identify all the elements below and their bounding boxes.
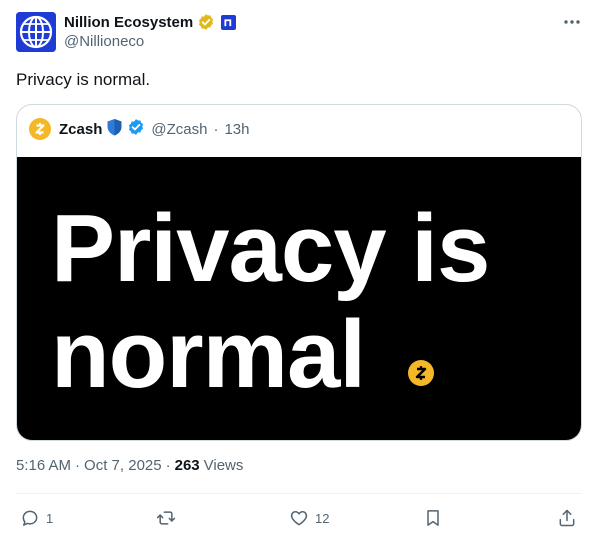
meta-separator: ·: [75, 457, 81, 474]
quoted-post-card[interactable]: Zcash @Zcash · 13h Privacy is normal: [16, 104, 582, 441]
more-options-icon[interactable]: [562, 14, 582, 30]
zcash-logo-icon[interactable]: [29, 118, 51, 140]
quoted-image[interactable]: Privacy is normal: [17, 157, 581, 440]
reply-count: 1: [46, 510, 54, 526]
bookmark-button[interactable]: [423, 504, 443, 532]
image-text-line2: normal: [51, 301, 366, 408]
like-button[interactable]: 12: [289, 504, 329, 532]
post-time[interactable]: 5:16 AM: [16, 457, 71, 474]
blue-shield-emoji-icon: [106, 118, 123, 141]
author-handle[interactable]: @Nillioneco: [64, 33, 144, 50]
author-display-name[interactable]: Nillion Ecosystem: [64, 14, 193, 31]
views-count: 263: [174, 457, 200, 474]
repost-button[interactable]: [156, 504, 182, 532]
like-count: 12: [315, 510, 330, 526]
share-icon: [559, 509, 575, 527]
quoted-separator: ·: [213, 120, 219, 138]
quoted-handle[interactable]: @Zcash: [151, 121, 207, 138]
post-text: Privacy is normal.: [16, 70, 151, 89]
nillion-affiliate-badge-icon[interactable]: [221, 14, 237, 30]
author-name-row: Nillion Ecosystem: [64, 12, 237, 32]
quoted-time-ago[interactable]: 13h: [224, 121, 249, 138]
blue-verified-badge-icon[interactable]: [127, 118, 145, 141]
share-button[interactable]: [557, 504, 577, 532]
action-bar: 1 12: [0, 504, 598, 532]
image-text-line1: Privacy is: [51, 195, 490, 302]
gold-verified-badge-icon[interactable]: [197, 13, 215, 31]
bookmark-icon: [427, 510, 439, 526]
reply-button[interactable]: 1: [20, 504, 53, 532]
author-avatar[interactable]: [16, 12, 56, 52]
quoted-post-header: Zcash @Zcash · 13h: [29, 118, 249, 140]
views-label: Views: [203, 457, 244, 474]
post-meta: 5:16 AM · Oct 7, 2025 · 263 Views: [16, 457, 243, 474]
zcash-coin-icon: [408, 360, 434, 386]
heart-icon: [290, 511, 308, 526]
meta-separator: ·: [165, 457, 171, 474]
divider: [16, 493, 582, 494]
reply-icon: [22, 510, 38, 526]
post-date[interactable]: Oct 7, 2025: [84, 457, 162, 474]
quoted-display-name[interactable]: Zcash: [59, 121, 102, 138]
post-container[interactable]: Nillion Ecosystem @Nillioneco Privacy is…: [0, 0, 598, 541]
repost-icon: [156, 511, 176, 525]
globe-grid-logo-icon: [16, 12, 56, 52]
